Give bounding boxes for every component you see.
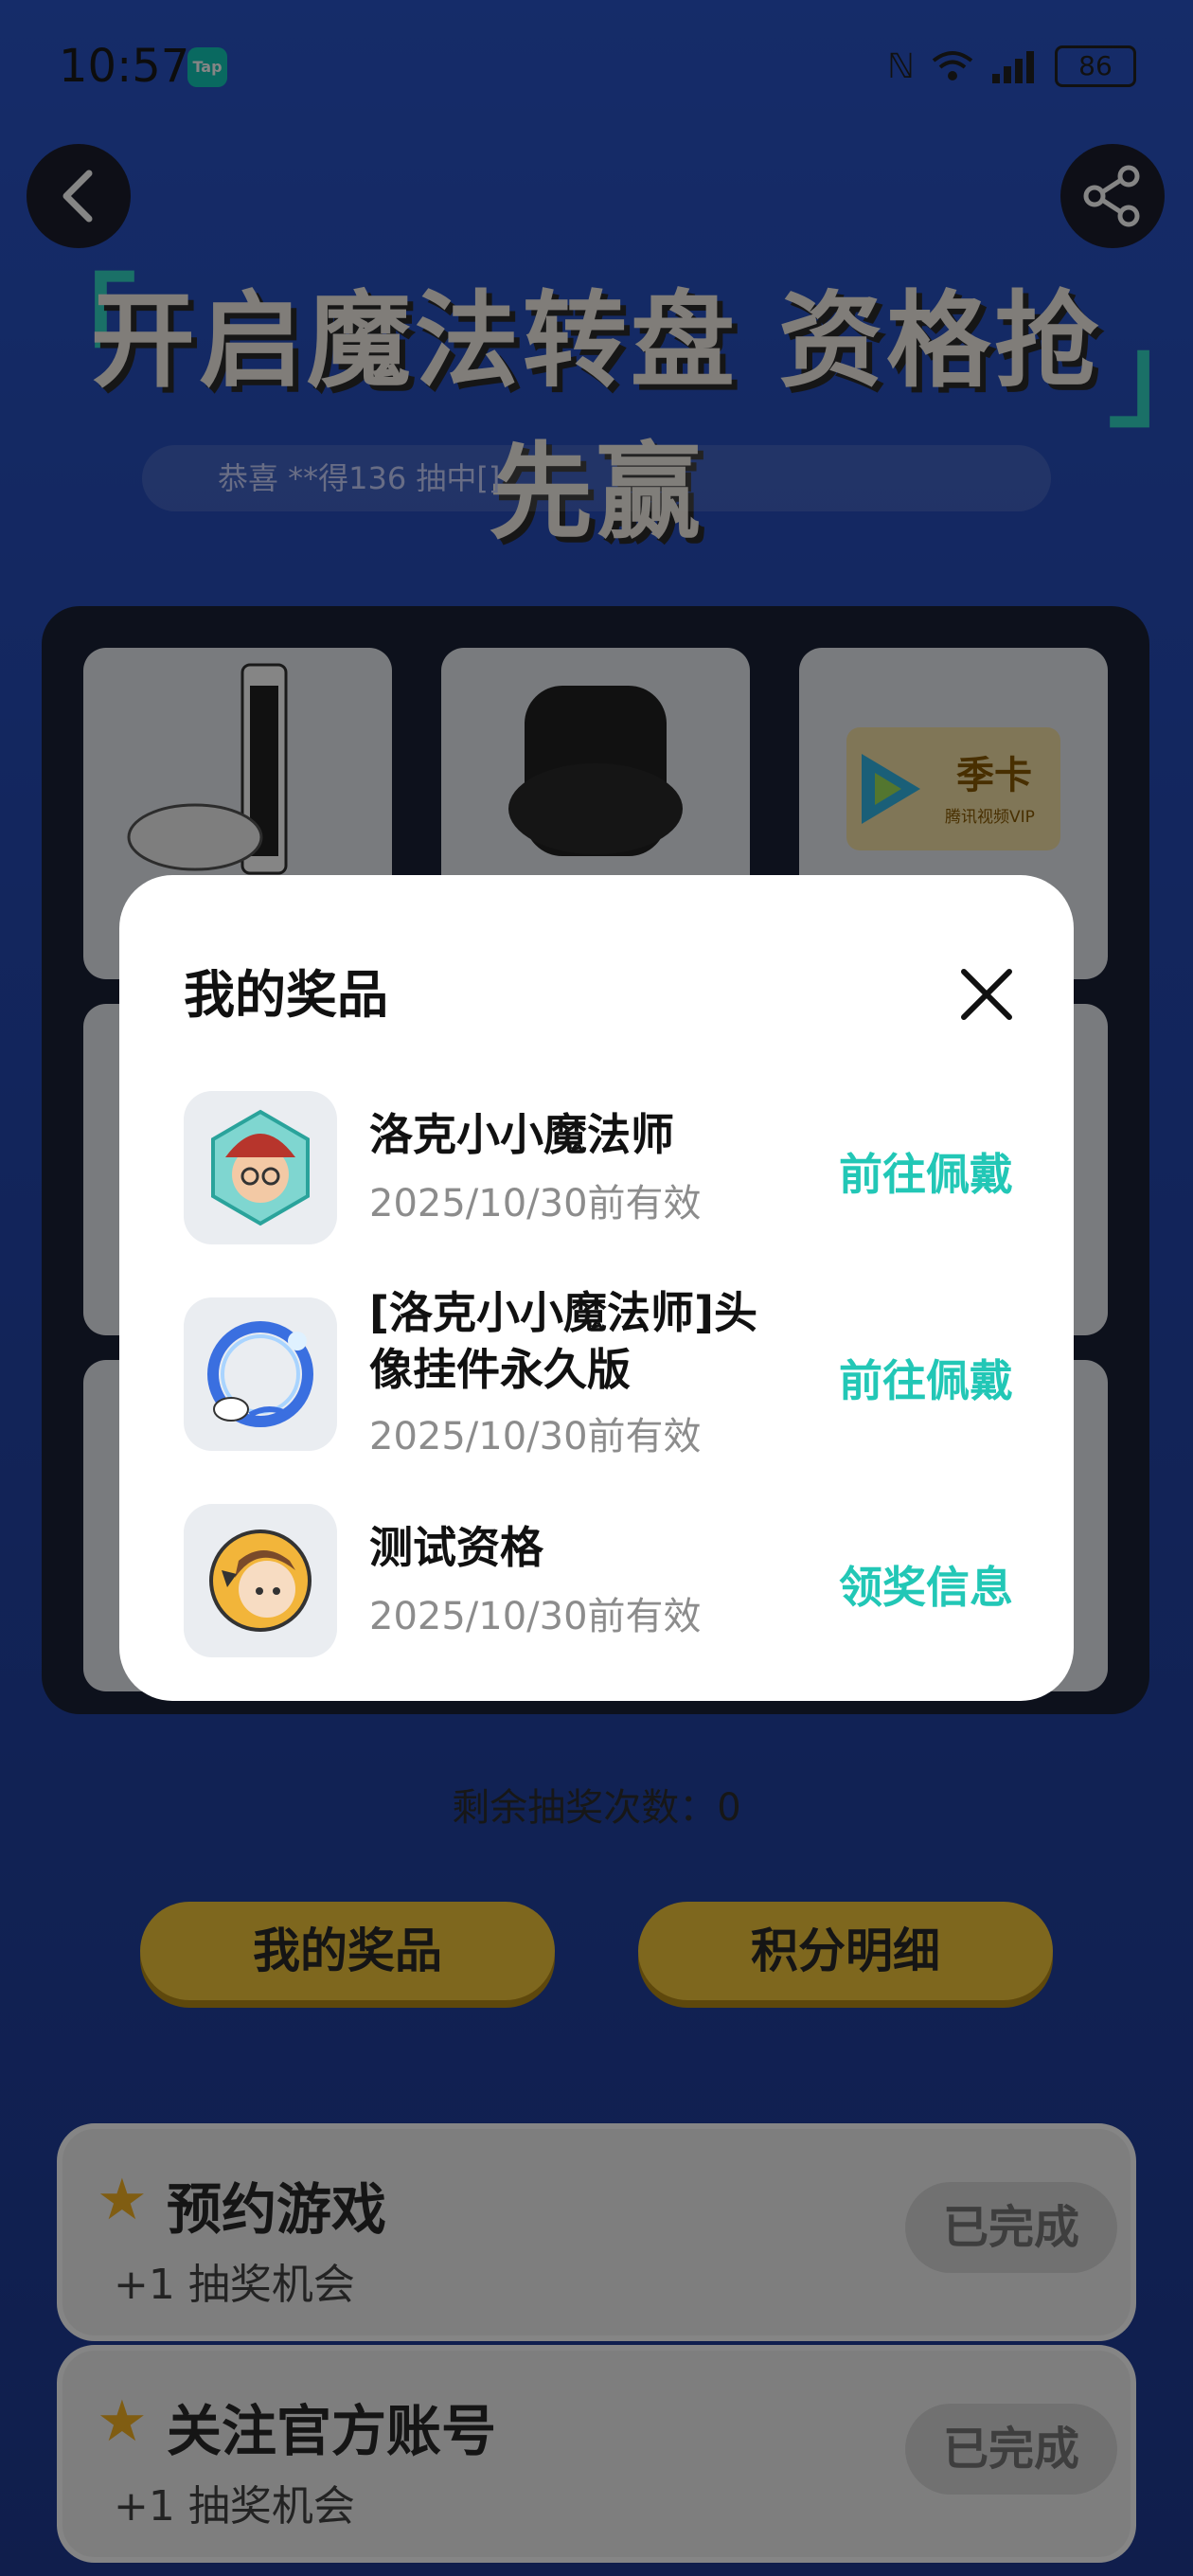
my-prizes-modal: 我的奖品 洛克小小魔法师 2025/10/30前有效 前往佩戴 [洛克小小魔法师…	[119, 875, 1074, 1701]
prize-thumbnail	[184, 1091, 337, 1244]
prize-item: 测试资格 2025/10/30前有效 领奖信息	[184, 1504, 1013, 1657]
prize-valid-date: 2025/10/30前有效	[369, 1595, 702, 1638]
go-wear-button[interactable]: 前往佩戴	[839, 1140, 1013, 1203]
prize-name: [洛克小小魔法师]头 像挂件永久版	[369, 1284, 757, 1398]
wizard-avatar-icon	[211, 1109, 310, 1226]
prize-name: 测试资格	[369, 1522, 543, 1573]
prize-item: 洛克小小魔法师 2025/10/30前有效 前往佩戴	[184, 1091, 1013, 1244]
prize-valid-date: 2025/10/30前有效	[369, 1182, 702, 1225]
go-wear-button[interactable]: 前往佩戴	[839, 1347, 1013, 1409]
prize-valid-date: 2025/10/30前有效	[369, 1415, 702, 1458]
prize-name: 洛克小小魔法师	[369, 1109, 674, 1160]
prize-thumbnail	[184, 1297, 337, 1451]
prize-item: [洛克小小魔法师]头 像挂件永久版 2025/10/30前有效 前往佩戴	[184, 1287, 1013, 1458]
modal-title: 我的奖品	[184, 965, 388, 1025]
close-icon[interactable]	[958, 966, 1015, 1023]
prize-name-line1: [洛克小小魔法师]头	[369, 1287, 758, 1338]
claim-info-button[interactable]: 领奖信息	[839, 1553, 1013, 1616]
boy-avatar-icon	[209, 1530, 312, 1632]
prize-name-line2: 像挂件永久版	[369, 1344, 631, 1395]
avatar-frame-icon	[207, 1321, 313, 1427]
prize-thumbnail	[184, 1504, 337, 1657]
